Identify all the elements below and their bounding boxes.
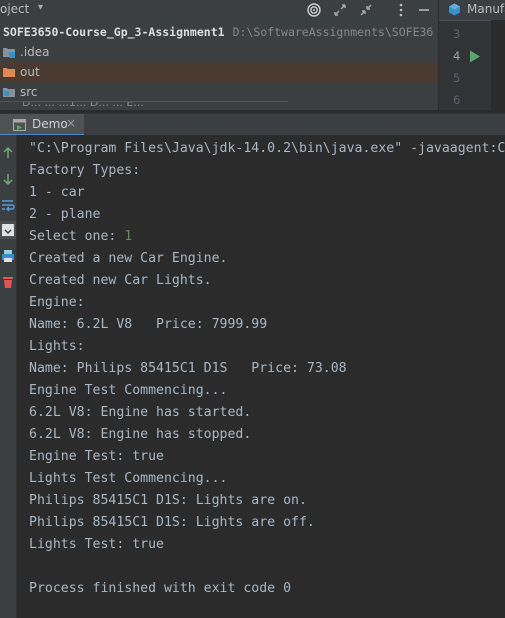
console-line: "C:\Program Files\Java\jdk-14.0.2\bin\ja… — [29, 141, 505, 156]
more-options-icon[interactable] — [392, 1, 410, 19]
project-header: oject ▾ — [0, 0, 438, 20]
console-line: Created new Car Lights. — [29, 273, 212, 288]
chevron-down-icon[interactable]: ▾ — [38, 2, 43, 13]
console-line: Lights Test: true — [29, 537, 164, 552]
prompt-text: Select one: — [29, 229, 125, 244]
console-line: Engine: — [29, 295, 85, 310]
editor-tab-label: Manufa — [467, 2, 505, 16]
folder-idea-icon — [3, 48, 15, 58]
console-output[interactable]: "C:\Program Files\Java\jdk-14.0.2\bin\ja… — [17, 135, 505, 618]
line-number: 5 — [453, 71, 461, 85]
folder-src-icon — [3, 88, 15, 97]
tree-item-src[interactable]: src — [0, 82, 438, 102]
line-number: 6 — [453, 93, 461, 107]
editor-code-area[interactable] — [491, 20, 505, 110]
run-tool-window-header: Demo × — [0, 113, 505, 136]
tree-item-out[interactable]: out — [0, 62, 438, 82]
print-icon[interactable] — [0, 247, 16, 265]
console-line: Lights: — [29, 339, 85, 354]
console-line: 6.2L V8: Engine has started. — [29, 405, 252, 420]
tree-item-label: .idea — [20, 45, 50, 59]
user-input-text: 1 — [124, 229, 133, 244]
tree-root-module[interactable]: SOFE3650-Course_Gp_3-Assignment1 D:\Softw… — [0, 22, 438, 42]
console-line: Philips 85415C1 D1S: Lights are on. — [29, 493, 307, 508]
editor-pane: Manufa 3 4 5 6 — [438, 0, 505, 110]
console-line: 1 - car — [29, 185, 85, 200]
collapse-all-icon[interactable] — [357, 1, 375, 19]
console-line: Factory Types: — [29, 163, 141, 178]
project-view-title[interactable]: oject — [0, 2, 29, 16]
partially-hidden-row: D... ... ...1... D... ... E... — [22, 101, 144, 109]
console-line: Name: Philips 85415C1 D1S Price: 73.08 — [29, 361, 347, 376]
console-line: Name: 6.2L V8 Price: 7999.99 — [29, 317, 268, 332]
interface-class-icon — [449, 3, 460, 16]
tree-item-label: src — [20, 85, 38, 99]
scroll-down-icon[interactable] — [0, 170, 16, 188]
horizontal-scrollbar[interactable]: D... ... ...1... D... ... E... — [0, 101, 288, 110]
console-line: Created a new Car Engine. — [29, 251, 228, 266]
minimize-icon[interactable] — [415, 1, 433, 19]
locate-target-icon[interactable] — [305, 1, 323, 19]
expand-all-icon[interactable] — [331, 1, 349, 19]
tab-demo[interactable]: Demo × — [0, 114, 84, 136]
soft-wrap-icon[interactable] — [0, 196, 16, 214]
console-line: Engine Test Commencing... — [29, 383, 228, 398]
editor-tab[interactable]: Manufa — [439, 0, 505, 21]
line-number: 3 — [453, 27, 461, 41]
console-line: 6.2L V8: Engine has stopped. — [29, 427, 252, 442]
console-line: Lights Test Commencing... — [29, 471, 228, 486]
clear-trash-icon[interactable] — [0, 273, 16, 291]
tree-item-label: out — [20, 65, 40, 79]
console-line: Engine Test: true — [29, 449, 164, 464]
close-icon[interactable]: × — [66, 116, 76, 130]
console-line: Philips 85415C1 D1S: Lights are off. — [29, 515, 315, 530]
folder-out-icon — [3, 68, 15, 77]
scroll-to-end-icon[interactable] — [0, 221, 16, 239]
module-path: D:\SoftwareAssignments\SOFE36 — [232, 25, 434, 39]
run-gutter-icon[interactable] — [469, 50, 481, 63]
scroll-up-icon[interactable] — [0, 144, 16, 162]
tab-label: Demo — [32, 117, 68, 131]
project-tool-window: oject ▾ SOFE3650-Course_Gp_3-Assignment1… — [0, 0, 438, 110]
tree-item-idea[interactable]: .idea — [0, 42, 438, 62]
console-line: Select one: 1 — [29, 226, 132, 248]
console-line: Process finished with exit code 0 — [29, 581, 292, 596]
module-name: SOFE3650-Course_Gp_3-Assignment1 — [3, 25, 225, 39]
run-config-icon — [13, 119, 26, 131]
run-toolbar — [0, 135, 17, 618]
project-tree: SOFE3650-Course_Gp_3-Assignment1 D:\Softw… — [0, 22, 438, 102]
console-line: 2 - plane — [29, 207, 101, 222]
